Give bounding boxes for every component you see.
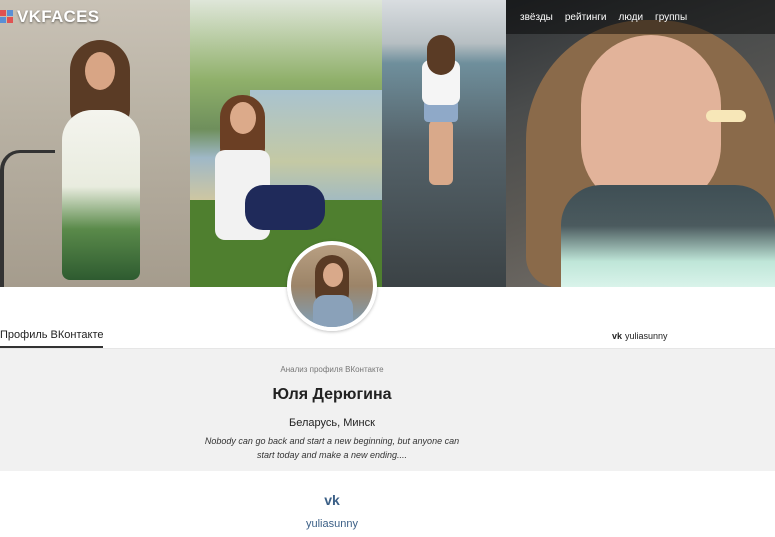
tab-vk-profile[interactable]: Профиль ВКонтакте (0, 329, 104, 348)
profile-photo-2[interactable] (190, 0, 382, 287)
profile-photo-3[interactable] (382, 0, 506, 287)
profile-info: Анализ профиля ВКонтакте Юля Дерюгина Бе… (0, 349, 775, 471)
profile-tabs: Профиль ВКонтакте vk yuliasunny (0, 325, 775, 349)
profile-subtitle: Анализ профиля ВКонтакте (280, 365, 384, 374)
nav-item-stars[interactable]: звёзды (520, 12, 553, 23)
nav-item-ratings[interactable]: рейтинги (565, 12, 607, 23)
nav-item-people[interactable]: люди (619, 12, 644, 23)
profile-photo-1[interactable] (0, 0, 190, 287)
logo-icon (0, 10, 14, 24)
logo-text: VKFACES (17, 7, 100, 26)
profile-location: Беларусь, Минск (289, 417, 375, 429)
vk-icon: vk (612, 331, 623, 341)
vk-icon[interactable]: vk (319, 492, 345, 508)
stair-railing (0, 150, 55, 287)
footer-username-link[interactable]: yuliasunny (0, 518, 664, 530)
site-logo[interactable]: VKFACES (0, 6, 99, 28)
photo-header: VKFACES звёзды рейтинги люди группы (0, 0, 775, 287)
vk-username-link[interactable]: vk yuliasunny (612, 331, 668, 341)
main-nav: звёзды рейтинги люди группы (506, 0, 775, 34)
profile-name: Юля Дерюгина (272, 386, 392, 403)
nav-item-groups[interactable]: группы (655, 12, 687, 23)
avatar[interactable] (287, 241, 377, 331)
profile-status: Nobody can go back and start a new begin… (204, 436, 460, 460)
profile-photo-4[interactable] (506, 0, 775, 287)
top-bar: VKFACES звёзды рейтинги люди группы (0, 0, 775, 34)
vk-username: yuliasunny (625, 331, 668, 341)
